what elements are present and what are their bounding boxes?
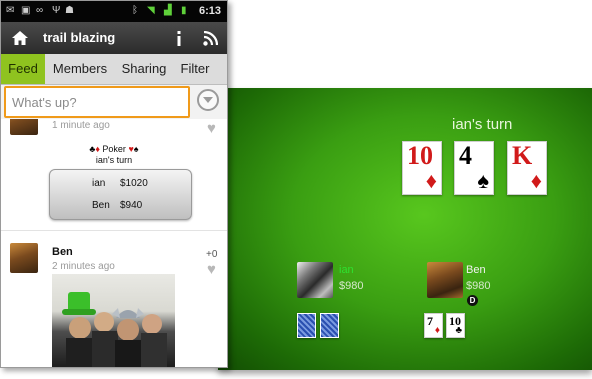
tab-members[interactable]: Members <box>48 54 112 84</box>
score-name: ian <box>92 178 106 189</box>
card-back <box>297 313 316 338</box>
rss-icon[interactable] <box>203 31 218 46</box>
poker-table <box>218 88 592 370</box>
tab-filter[interactable]: Filter <box>173 54 217 84</box>
usb-icon: Ψ <box>52 5 61 16</box>
hole-card: 7 ♦ <box>424 313 443 338</box>
status-input[interactable] <box>4 86 190 118</box>
card-rank: 4 <box>459 141 472 170</box>
score-value: $940 <box>120 200 143 211</box>
android-icon: ☗ <box>65 5 74 16</box>
heart-icon[interactable]: ♥ <box>207 262 221 277</box>
poker-subtitle: ian's turn <box>95 155 133 165</box>
phone-screen: ✉ ▣ ∞ Ψ ☗ ᛒ ◥ ▟ ▮ 6:13 trail blazing Fee… <box>0 0 228 368</box>
community-card: K ♦ <box>507 141 547 195</box>
spade-suit-icon: ♠ <box>133 144 139 154</box>
card-rank: 7 <box>427 314 433 328</box>
hole-card: 10 ♣ <box>446 313 465 338</box>
club-suit-icon: ♣ <box>455 325 462 336</box>
post-photo[interactable] <box>52 274 175 367</box>
player-money-ian: $980 <box>339 280 364 292</box>
compose-row <box>1 85 227 119</box>
post-time: 1 minute ago <box>52 120 110 131</box>
info-icon[interactable] <box>175 31 183 46</box>
score-name: Ben <box>92 200 110 211</box>
card-rank: K <box>512 141 533 170</box>
app-title: trail blazing <box>43 30 116 45</box>
player-money-ben: $980 <box>466 280 491 292</box>
diamond-suit-icon: ♦ <box>434 325 440 336</box>
heart-icon[interactable]: ♥ <box>207 121 221 136</box>
battery-icon: ▮ <box>181 5 187 16</box>
player-name-ben: Ben <box>466 264 486 276</box>
poker-post-title: ♣♦ Poker ♥♠ <box>1 144 227 154</box>
poker-title-text: Poker <box>102 144 126 154</box>
turn-indicator: ian's turn <box>452 116 513 133</box>
dealer-button-icon: D <box>467 295 478 306</box>
player-avatar-ian <box>297 262 333 298</box>
status-time: 6:13 <box>198 5 221 17</box>
community-card: 10 ♦ <box>402 141 442 195</box>
status-bar: ✉ ▣ ∞ Ψ ☗ ᛒ ◥ ▟ ▮ 6:13 <box>1 1 227 22</box>
chevron-down-icon <box>203 97 213 103</box>
scoreboard-button[interactable]: ian $1020 Ben $940 <box>49 169 192 220</box>
group-photo-image <box>62 292 167 367</box>
app-bar: trail blazing <box>1 22 227 54</box>
tab-sharing[interactable]: Sharing <box>116 54 172 84</box>
diamond-suit-icon: ♦ <box>95 144 100 154</box>
compose-options-button[interactable] <box>197 89 219 111</box>
card-rank: 10 <box>407 141 433 170</box>
signal-icon: ▟ <box>164 5 172 16</box>
wifi-icon: ◥ <box>147 5 155 16</box>
avatar <box>10 119 38 135</box>
bluetooth-icon: ᛒ <box>132 5 138 16</box>
avatar <box>10 243 38 273</box>
feed-list: 1 minute ago ♥ ♣♦ Poker ♥♠ ian's turn ia… <box>1 119 227 367</box>
voicemail-icon: ∞ <box>36 5 44 16</box>
post-author: Ben <box>52 246 73 258</box>
post-time: 2 minutes ago <box>52 261 115 272</box>
spade-suit-icon: ♠ <box>477 168 489 193</box>
home-icon[interactable] <box>11 30 29 46</box>
mail-icon: ✉ <box>6 5 15 16</box>
tab-bar: Feed Members Sharing Filter <box>1 54 227 85</box>
community-card: 4 ♠ <box>454 141 494 195</box>
tab-feed[interactable]: Feed <box>1 54 45 84</box>
diamond-suit-icon: ♦ <box>425 168 437 193</box>
like-count: +0 <box>206 249 218 260</box>
divider <box>1 230 227 231</box>
score-value: $1020 <box>120 178 148 189</box>
diamond-suit-icon: ♦ <box>530 168 542 193</box>
calendar-icon: ▣ <box>21 5 31 16</box>
player-name-ian: ian <box>339 264 354 276</box>
player-avatar-ben <box>427 262 463 298</box>
card-back <box>320 313 339 338</box>
